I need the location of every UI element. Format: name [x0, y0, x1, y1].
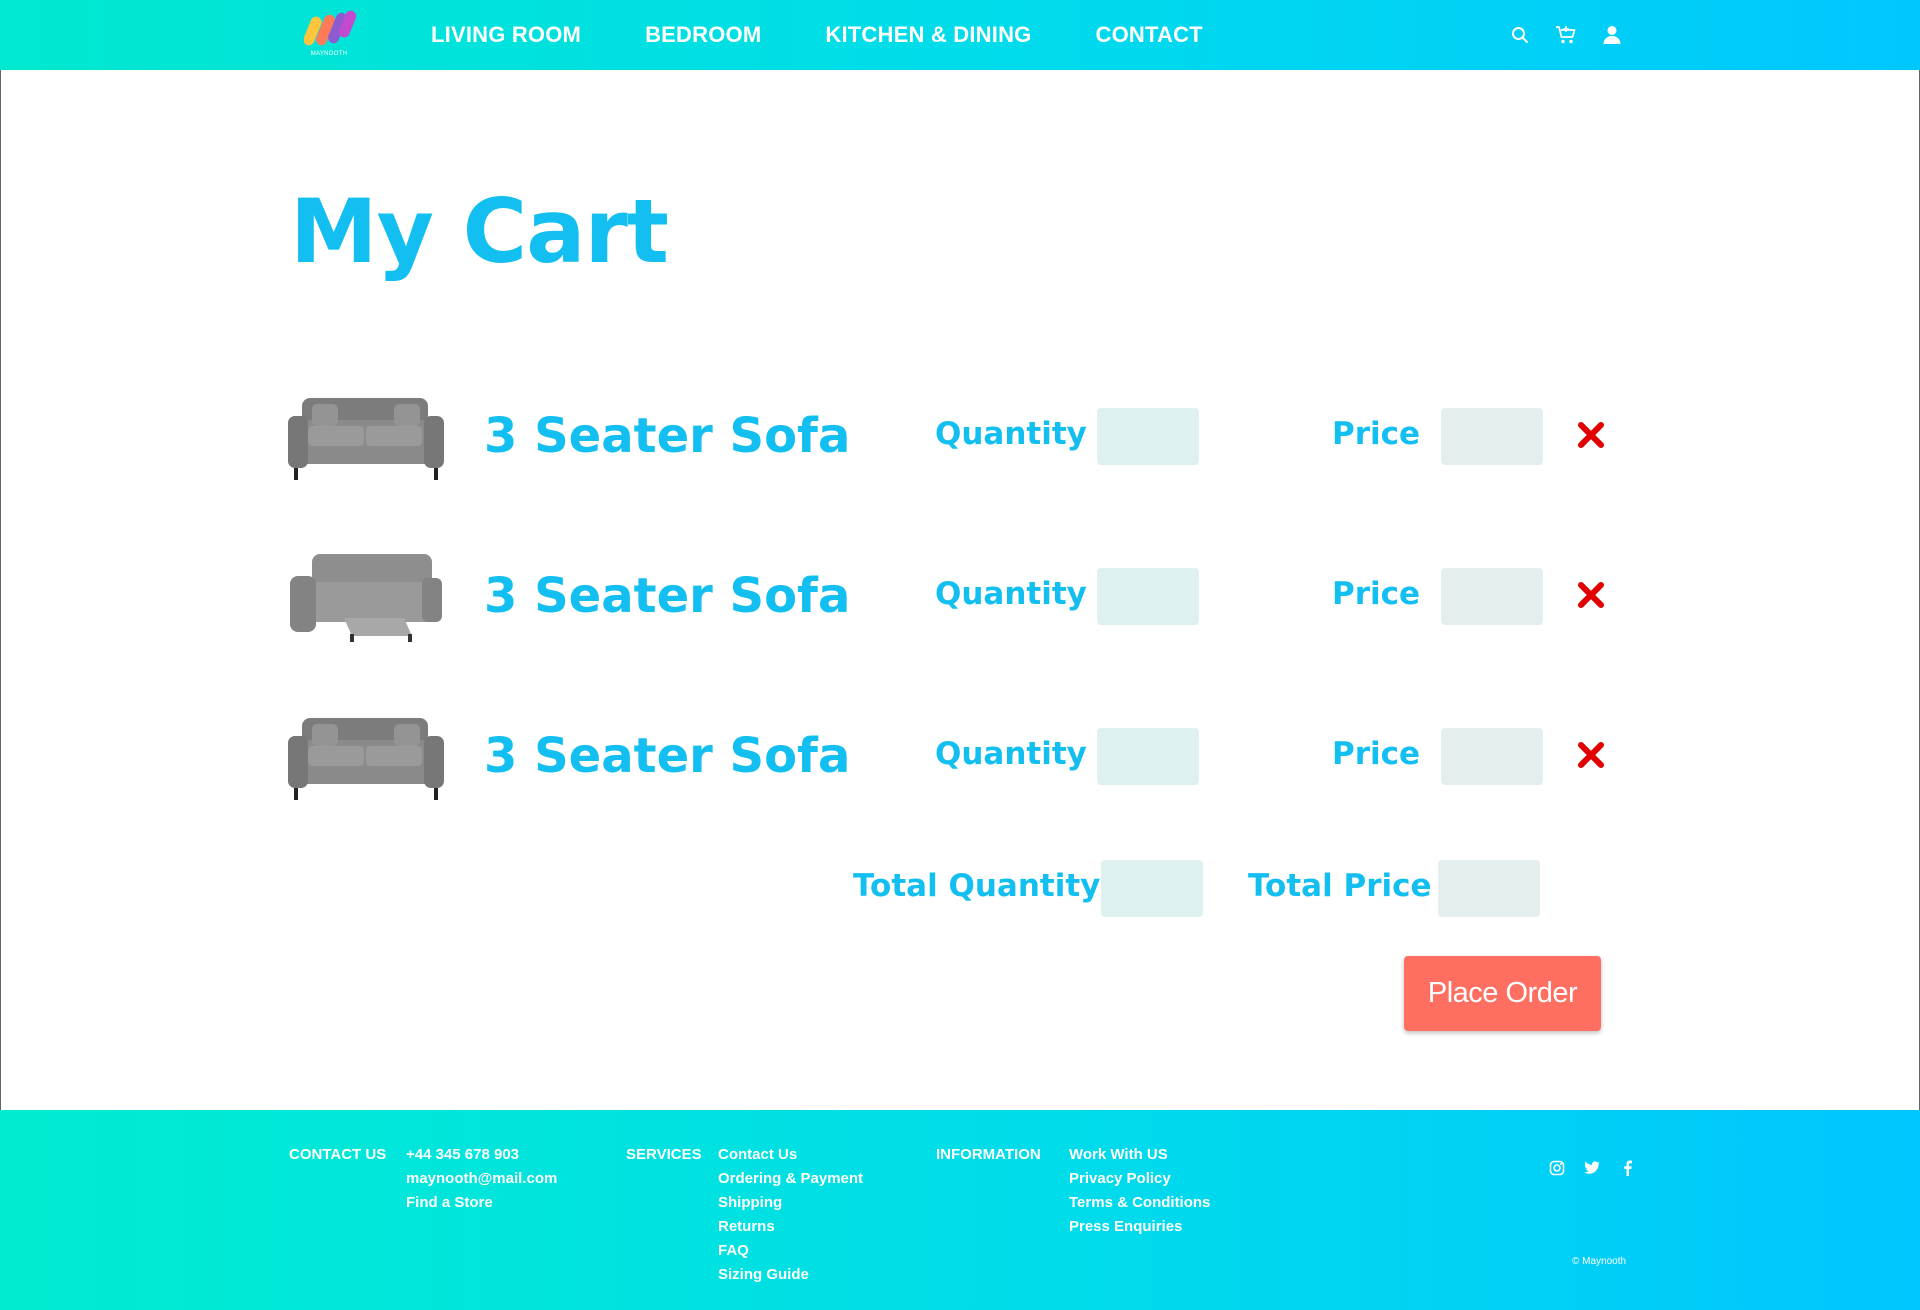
total-quantity-field: [1101, 860, 1203, 917]
price-label: Price: [1332, 576, 1421, 612]
footer-link-work-with-us[interactable]: Work With US: [1069, 1143, 1210, 1167]
nav-kitchen-dining[interactable]: KITCHEN & DINING: [825, 22, 1031, 48]
product-name[interactable]: 3 Seater Sofa: [484, 728, 850, 784]
price-field: [1441, 568, 1543, 625]
header-actions: [1508, 23, 1646, 47]
product-name[interactable]: 3 Seater Sofa: [484, 568, 850, 624]
cart-totals: Total Quantity Total Price: [0, 840, 1920, 950]
instagram-icon[interactable]: [1548, 1159, 1566, 1177]
footer-information-list: Work With US Privacy Policy Terms & Cond…: [1069, 1143, 1210, 1239]
main-nav: LIVING ROOM BEDROOM KITCHEN & DINING CON…: [431, 0, 1267, 70]
footer-link-contact-us[interactable]: Contact Us: [718, 1143, 863, 1167]
footer-link-press[interactable]: Press Enquiries: [1069, 1215, 1210, 1239]
place-order-button[interactable]: Place Order: [1404, 956, 1601, 1031]
cart-item: 3 Seater Sofa Quantity Price: [0, 388, 1920, 498]
footer-information-heading: INFORMATION: [936, 1146, 1041, 1163]
footer-link-privacy-policy[interactable]: Privacy Policy: [1069, 1167, 1210, 1191]
footer-services-list: Contact Us Ordering & Payment Shipping R…: [718, 1143, 863, 1287]
quantity-input[interactable]: [1097, 408, 1199, 465]
footer-contact-heading: CONTACT US: [289, 1146, 387, 1163]
footer-find-store-link[interactable]: Find a Store: [406, 1191, 557, 1215]
copyright: © Maynooth: [1572, 1256, 1627, 1267]
recliner-sofa-image: [284, 548, 448, 648]
footer-link-returns[interactable]: Returns: [718, 1215, 863, 1239]
facebook-icon[interactable]: [1618, 1159, 1636, 1177]
remove-item-icon[interactable]: [1576, 420, 1606, 450]
quantity-label: Quantity: [935, 416, 1087, 452]
product-name[interactable]: 3 Seater Sofa: [484, 408, 850, 464]
site-footer: CONTACT US +44 345 678 903 maynooth@mail…: [0, 1110, 1920, 1310]
page-title: My Cart: [290, 180, 669, 283]
total-price-label: Total Price: [1248, 868, 1432, 904]
quantity-label: Quantity: [935, 736, 1087, 772]
price-label: Price: [1332, 416, 1421, 452]
cart-icon[interactable]: [1554, 23, 1578, 47]
quantity-input[interactable]: [1097, 568, 1199, 625]
footer-email-link[interactable]: maynooth@mail.com: [406, 1167, 557, 1191]
sofa-image: [284, 708, 448, 808]
remove-item-icon[interactable]: [1576, 740, 1606, 770]
remove-item-icon[interactable]: [1576, 580, 1606, 610]
total-quantity-label: Total Quantity: [853, 868, 1101, 904]
price-label: Price: [1332, 736, 1421, 772]
footer-contact-list: +44 345 678 903 maynooth@mail.com Find a…: [406, 1143, 557, 1215]
quantity-label: Quantity: [935, 576, 1087, 612]
user-icon[interactable]: [1600, 23, 1624, 47]
twitter-icon[interactable]: [1583, 1159, 1601, 1177]
quantity-input[interactable]: [1097, 728, 1199, 785]
nav-bedroom[interactable]: BEDROOM: [645, 22, 761, 48]
sofa-image: [284, 388, 448, 488]
footer-link-ordering-payment[interactable]: Ordering & Payment: [718, 1167, 863, 1191]
price-field: [1441, 728, 1543, 785]
search-icon[interactable]: [1508, 23, 1532, 47]
social-links: [1548, 1159, 1653, 1177]
cart-item: 3 Seater Sofa Quantity Price: [0, 548, 1920, 658]
footer-services-heading: SERVICES: [626, 1146, 702, 1163]
nav-contact[interactable]: CONTACT: [1095, 22, 1202, 48]
footer-link-faq[interactable]: FAQ: [718, 1239, 863, 1263]
price-field: [1441, 408, 1543, 465]
footer-link-sizing-guide[interactable]: Sizing Guide: [718, 1263, 863, 1287]
nav-living-room[interactable]: LIVING ROOM: [431, 22, 581, 48]
total-price-field: [1438, 860, 1540, 917]
cart-item: 3 Seater Sofa Quantity Price: [0, 708, 1920, 818]
footer-link-shipping[interactable]: Shipping: [718, 1191, 863, 1215]
logo-text: MAYNOOTH: [310, 51, 348, 57]
footer-phone: +44 345 678 903: [406, 1146, 520, 1163]
maynooth-logo[interactable]: MAYNOOTH: [303, 8, 360, 62]
footer-link-terms[interactable]: Terms & Conditions: [1069, 1191, 1210, 1215]
site-header: MAYNOOTH LIVING ROOM BEDROOM KITCHEN & D…: [0, 0, 1920, 70]
